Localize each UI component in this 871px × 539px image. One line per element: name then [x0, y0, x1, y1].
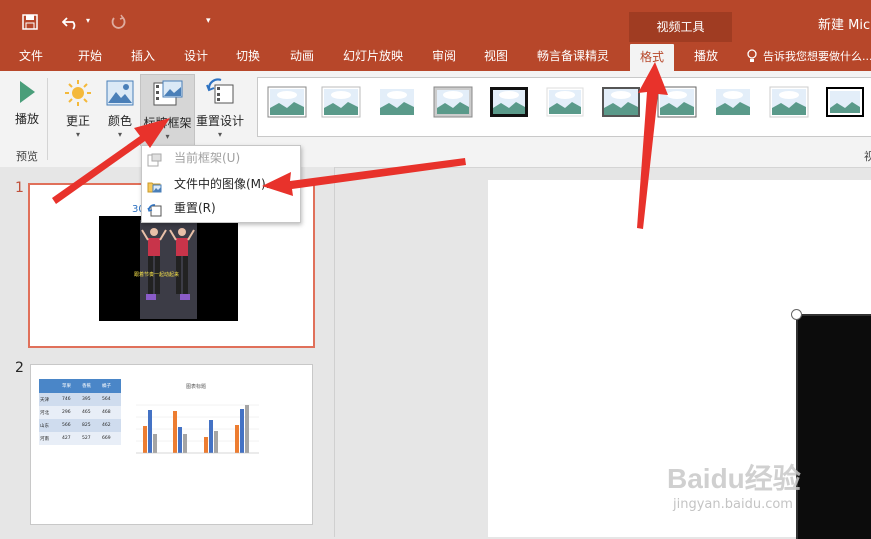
menu-item-current-frame[interactable]: 当前框架(U): [142, 146, 300, 170]
video-style-thumbnail[interactable]: [433, 86, 473, 118]
video-style-thumbnail[interactable]: [657, 86, 697, 118]
color-label: 颜色: [107, 114, 132, 128]
redo-icon[interactable]: [110, 14, 126, 34]
poster-frame-dropdown: 当前框架(U) 文件中的图像(M)... 重置(R): [141, 145, 301, 223]
tab-format[interactable]: 格式: [630, 44, 675, 71]
table-cell: 462: [102, 423, 111, 428]
watermark-url: jingyan.baidu.com: [673, 497, 793, 512]
resize-handle[interactable]: [791, 309, 802, 320]
tab-insert[interactable]: 插入: [131, 42, 155, 71]
tab-design[interactable]: 设计: [184, 42, 208, 71]
sun-icon: [60, 79, 96, 110]
video-thumbnail: 跟着节奏一起动起来: [99, 216, 238, 321]
table-cell: 669: [102, 436, 111, 441]
menu-item-image-from-file[interactable]: 文件中的图像(M)...: [142, 172, 300, 196]
data-table: 苹果 香蕉 橘子 天津 746 395 564 河北 296 465 468 山…: [39, 379, 121, 445]
menu-item-label: 当前框架(U): [174, 151, 241, 165]
table-header-cell: [39, 379, 61, 393]
lightbulb-icon: [746, 49, 758, 66]
table-cell: 427: [62, 436, 71, 441]
dancer-image: [140, 220, 197, 319]
poster-frame-label: 标牌框架: [143, 116, 192, 130]
preview-group-label: 预览: [16, 150, 38, 163]
video-style-thumbnail[interactable]: [321, 86, 361, 118]
table-cell: 天津: [40, 397, 49, 403]
poster-frame-icon: [141, 79, 194, 112]
group-label-partial: 视: [864, 150, 871, 163]
menu-item-label: 文件中的图像(M)...: [174, 177, 278, 191]
current-frame-icon: [147, 151, 162, 167]
undo-dropdown-icon[interactable]: ▾: [86, 16, 90, 25]
poster-frame-button[interactable]: 标牌框架 ▾: [140, 74, 195, 146]
slide-number: 2: [15, 360, 24, 376]
slide-thumbnail-2[interactable]: 苹果 香蕉 橘子 天津 746 395 564 河北 296 465 468 山…: [30, 364, 313, 525]
table-cell: 746: [62, 397, 71, 402]
title-bar: [0, 0, 871, 42]
chart-title: 图表标题: [186, 384, 207, 390]
tab-file[interactable]: 文件: [19, 42, 43, 71]
picture-color-icon: [103, 79, 137, 110]
table-cell: 河北: [40, 410, 49, 416]
reset-design-label: 重置设计: [195, 114, 244, 128]
table-cell: 566: [62, 423, 71, 428]
table-header-cell: 橘子: [102, 384, 111, 389]
video-caption: 跟着节奏一起动起来: [134, 272, 180, 278]
table-cell: 527: [82, 436, 91, 441]
play-label: 播放: [14, 112, 39, 126]
table-cell: 468: [102, 410, 111, 415]
table-header-cell: 香蕉: [82, 384, 91, 389]
watermark-brand: Baidu经验: [667, 463, 801, 494]
reset-design-icon: [195, 77, 245, 110]
table-cell: 395: [82, 397, 91, 402]
slide-number: 1: [15, 180, 24, 196]
group-separator: [47, 78, 48, 160]
table-cell: 564: [102, 397, 111, 402]
tab-transitions[interactable]: 切换: [236, 42, 260, 71]
corrections-button[interactable]: 更正 ▾: [60, 79, 96, 139]
tab-home[interactable]: 开始: [78, 42, 102, 71]
video-style-thumbnail[interactable]: [377, 86, 417, 118]
table-header-cell: 苹果: [62, 384, 71, 389]
video-style-thumbnail[interactable]: [601, 86, 641, 118]
video-style-thumbnail[interactable]: [769, 86, 809, 118]
chevron-down-icon: ▾: [217, 130, 222, 139]
tab-slideshow[interactable]: 幻灯片放映: [343, 42, 403, 71]
chevron-down-icon: ▾: [165, 132, 170, 141]
video-style-thumbnail[interactable]: [267, 86, 307, 118]
chevron-down-icon: ▾: [117, 130, 122, 139]
menu-item-label: 重置(R): [174, 201, 216, 215]
tab-playback[interactable]: 播放: [694, 42, 718, 71]
video-tools-label: 视频工具: [629, 12, 732, 42]
reset-icon: [147, 201, 162, 217]
corrections-label: 更正: [65, 114, 90, 128]
tell-me-search[interactable]: 告诉我您想要做什么...: [763, 42, 871, 71]
video-style-thumbnail[interactable]: [545, 86, 585, 118]
table-cell: 825: [82, 423, 91, 428]
undo-icon[interactable]: [61, 14, 80, 34]
reset-design-button[interactable]: 重置设计 ▾: [195, 77, 245, 139]
chevron-down-icon: ▾: [75, 130, 80, 139]
image-from-file-icon: [147, 177, 162, 193]
tab-changyan[interactable]: 畅言备课精灵: [537, 42, 609, 71]
play-button[interactable]: 播放: [12, 79, 42, 127]
tab-view[interactable]: 视图: [484, 42, 508, 71]
customize-icon[interactable]: ▾: [206, 16, 211, 26]
table-cell: 296: [62, 410, 71, 415]
tab-animations[interactable]: 动画: [290, 42, 314, 71]
menu-item-reset[interactable]: 重置(R): [142, 196, 300, 220]
mini-bar-chart: [136, 404, 259, 454]
table-cell: 山东: [40, 423, 49, 429]
color-button[interactable]: 颜色 ▾: [103, 79, 137, 139]
video-styles-gallery: [257, 77, 871, 137]
video-style-thumbnail[interactable]: [825, 86, 865, 118]
table-cell: 465: [82, 410, 91, 415]
video-style-thumbnail[interactable]: [713, 86, 753, 118]
table-cell: 河南: [40, 436, 49, 442]
document-title: 新建 Micr: [818, 18, 871, 33]
save-icon[interactable]: [22, 14, 38, 34]
video-style-thumbnail[interactable]: [489, 86, 529, 118]
watermark: Baidu经验 jingyan.baidu.com: [667, 455, 867, 515]
tab-review[interactable]: 审阅: [432, 42, 456, 71]
play-icon: [12, 79, 42, 108]
